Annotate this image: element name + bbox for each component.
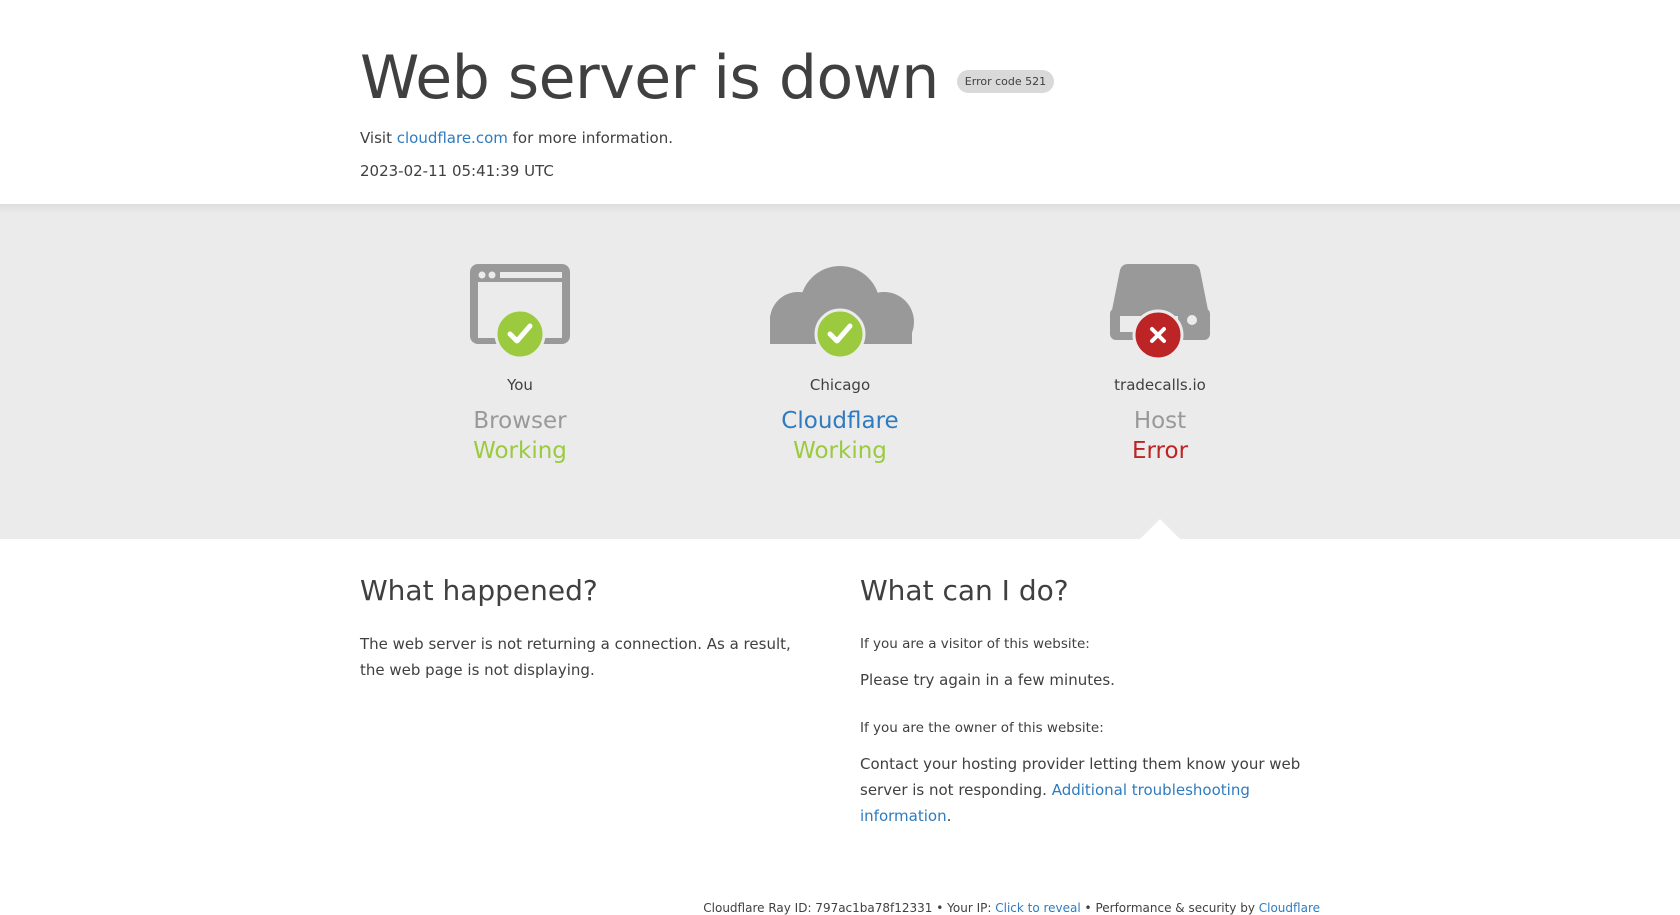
what-can-i-do-section: What can I do? If you are a visitor of t… [860,573,1320,829]
visit-prefix: Visit [360,129,397,147]
error-code-badge: Error code 521 [956,69,1055,93]
status-cloudflare: Chicago Cloudflare Working [680,264,1000,464]
check-icon [494,308,546,360]
page-header: Web server is down Error code 521 Visit … [0,0,1680,204]
footer-separator: • [932,901,948,915]
browser-status: Working [473,438,567,464]
what-can-i-do-heading: What can I do? [860,574,1069,607]
cloudflare-status: Working [793,438,887,464]
host-pointer-arrow [1140,519,1180,539]
browser-icon [470,264,570,360]
footer-separator: • [1080,901,1096,915]
browser-role: Browser [473,408,567,434]
footer-cloudflare-link[interactable]: Cloudflare [1259,901,1320,915]
what-happened-section: What happened? The web server is not ret… [360,573,820,829]
host-role: Host [1133,408,1187,434]
page-title: Web server is down [360,43,939,113]
visitor-text: Please try again in a few minutes. [860,671,1115,689]
info-section: What happened? The web server is not ret… [0,539,1680,915]
host-location: tradecalls.io [1114,376,1206,394]
footer: Cloudflare Ray ID: 797ac1ba78f12331 • Yo… [703,901,1320,915]
visit-suffix: for more information. [507,129,673,147]
status-host: tradecalls.io Host Error [1000,264,1320,464]
cloudflare-link[interactable]: cloudflare.com [397,129,508,147]
host-status: Error [1131,438,1189,464]
cloudflare-role-link[interactable]: Cloudflare [680,408,1000,434]
owner-text-line: Contact your hosting provider letting th… [860,751,1320,829]
x-icon [1132,309,1184,360]
timestamp: 2023-02-11 05:41:39 UTC [360,162,554,180]
check-icon [814,308,866,360]
status-browser: You Browser Working [360,264,680,464]
server-icon [1110,264,1210,360]
status-band: You Browser Working Chicago Cloudflare W… [0,204,1680,539]
ip-prefix: Your IP: [947,901,996,915]
visit-line: Visit cloudflare.com for more informatio… [360,128,1320,148]
what-happened-body: The web server is not returning a connec… [360,635,791,679]
visitor-label: If you are a visitor of this website: [860,636,1090,652]
owner-suffix: . [946,807,952,825]
what-happened-heading: What happened? [360,574,598,607]
cloudflare-location: Chicago [809,376,871,394]
perf-prefix: Performance & security by [1095,901,1259,915]
browser-location: You [507,376,533,394]
ray-id: Cloudflare Ray ID: 797ac1ba78f12331 [703,901,933,915]
owner-label: If you are the owner of this website: [860,720,1104,736]
cloud-icon [764,266,916,360]
reveal-ip-link[interactable]: Click to reveal [995,901,1081,915]
